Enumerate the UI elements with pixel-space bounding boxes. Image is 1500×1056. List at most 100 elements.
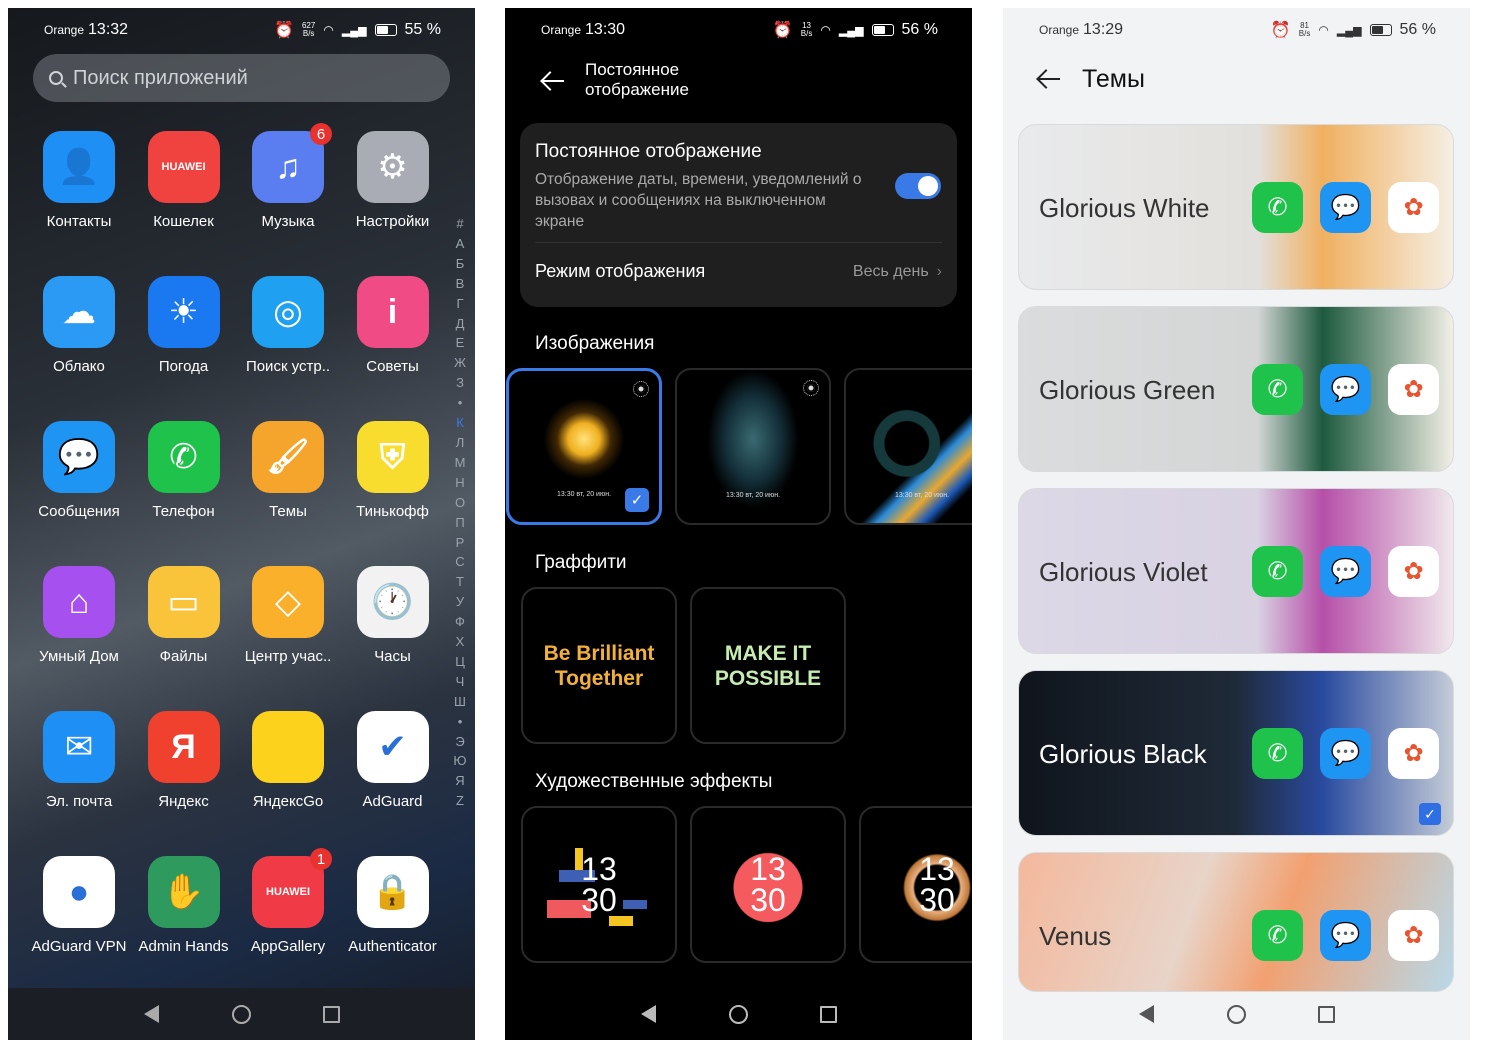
nav-home-button[interactable] [232, 1004, 252, 1024]
art-effect-option[interactable]: 13 30 [690, 806, 846, 963]
app-12[interactable]: ⛨ Тинькофф [341, 421, 445, 520]
index-letter[interactable]: В [452, 274, 468, 294]
nav-home-button[interactable] [1227, 1004, 1247, 1024]
nav-home-button[interactable] [729, 1004, 749, 1024]
aod-image-option[interactable]: 13:30 вт, 20 июн. ✓ [506, 368, 662, 525]
app-6[interactable]: ☀ Погода [132, 276, 236, 375]
nav-recents-button[interactable] [819, 1004, 839, 1024]
theme-card[interactable]: Glorious Violet ✆ 💬 ✿ [1018, 488, 1454, 654]
app-16[interactable]: 🕐 Часы [341, 566, 445, 665]
back-button[interactable] [535, 66, 565, 96]
index-letter[interactable]: У [452, 592, 468, 612]
clock-hours: 13 [581, 850, 617, 887]
aod-toggle-switch[interactable] [895, 173, 941, 199]
index-letter[interactable]: Ш [452, 692, 468, 712]
app-13[interactable]: ⌂ Умный Дом [27, 566, 131, 665]
app-10[interactable]: ✆ Телефон [132, 421, 236, 520]
app-9[interactable]: 💬 Сообщения [27, 421, 131, 520]
nav-back-button[interactable] [639, 1004, 659, 1024]
customize-icon[interactable] [803, 380, 819, 396]
index-letter[interactable]: Л [452, 433, 468, 453]
app-15[interactable]: ◇ Центр учас.. [236, 566, 340, 665]
theme-card[interactable]: Glorious Black ✆ 💬 ✿ ✓ [1018, 670, 1454, 836]
index-letter[interactable]: Э [452, 732, 468, 752]
checkbox-checked-icon[interactable]: ✓ [625, 488, 649, 512]
app-20[interactable]: ✔ AdGuard [341, 711, 445, 810]
nav-back-button[interactable] [142, 1004, 162, 1024]
graffiti-option[interactable]: MAKE IT POSSIBLE [690, 587, 846, 744]
nav-recents-button[interactable] [1317, 1004, 1337, 1024]
app-23[interactable]: HUAWEI 1 AppGallery [236, 848, 340, 955]
index-letter[interactable]: Б [452, 254, 468, 274]
aod-image-preview [846, 370, 972, 523]
index-letter[interactable]: Х [452, 632, 468, 652]
app-17[interactable]: ✉ Эл. почта [27, 711, 131, 810]
index-letter[interactable]: Ч [452, 672, 468, 692]
app-18[interactable]: Я Яндекс [132, 711, 236, 810]
index-letter[interactable]: М [452, 453, 468, 473]
index-letter[interactable]: А [452, 234, 468, 254]
art-effects-section-title: Художественные эффекты [535, 771, 773, 792]
app-2[interactable]: HUAWEI Кошелек [132, 131, 236, 230]
theme-card[interactable]: Venus ✆ 💬 ✿ [1018, 852, 1454, 992]
art-effect-option[interactable]: 13 30 [521, 806, 677, 963]
index-letter[interactable]: Г [452, 294, 468, 314]
theme-card[interactable]: Glorious Green ✆ 💬 ✿ [1018, 306, 1454, 472]
authenticator-lock-icon: 🔒 [356, 856, 429, 928]
index-letter[interactable]: Е [452, 333, 468, 353]
aod-image-option[interactable]: 13:30 вт, 20 июн. [844, 368, 972, 525]
app-1[interactable]: 👤 Контакты [27, 131, 131, 230]
index-letter[interactable]: • [452, 393, 468, 413]
art-effect-option[interactable]: 13 30 [859, 806, 972, 963]
app-19[interactable]: ЯндексGo [236, 711, 340, 810]
page-title: Темы [1082, 65, 1145, 93]
index-letter[interactable]: Ц [452, 652, 468, 672]
index-letter[interactable]: З [452, 373, 468, 393]
index-letter[interactable]: П [452, 513, 468, 533]
aod-toggle-row[interactable]: Постоянное отображение Отображение даты,… [535, 141, 875, 232]
app-22[interactable]: ✋ Admin Hands [132, 856, 236, 955]
settings-gear-icon: ⚙ [356, 131, 429, 203]
index-letter[interactable]: Р [452, 533, 468, 553]
app-3[interactable]: ♫ 6 Музыка [236, 123, 340, 230]
graffiti-text: MAKE IT POSSIBLE [714, 641, 822, 690]
index-letter[interactable]: О [452, 493, 468, 513]
nav-recents-button[interactable] [322, 1004, 342, 1024]
app-label: AdGuard [362, 793, 423, 810]
index-letter[interactable]: • [452, 712, 468, 732]
index-letter[interactable]: # [452, 214, 468, 234]
app-4[interactable]: ⚙ Настройки [341, 131, 445, 230]
app-11[interactable]: 🖌 Темы [236, 421, 340, 520]
index-letter[interactable]: Н [452, 473, 468, 493]
index-letter[interactable]: Ф [452, 612, 468, 632]
alphabet-index-scrollbar[interactable]: # А Б В Г Д Е Ж З • К Л М Н О П Р С Т У Ф Х Ц Ч Ш • Э Ю Я Z [452, 214, 468, 811]
index-letter[interactable]: Z [452, 791, 468, 811]
admin-hands-icon: ✋ [147, 856, 220, 928]
index-letter[interactable]: Ю [452, 751, 468, 771]
graffiti-option[interactable]: Be Brilliant Together [521, 587, 677, 744]
app-label: Центр учас.. [244, 648, 332, 665]
page-title: Постоянное отображение [585, 60, 689, 99]
aod-image-option[interactable]: 13:30 вт, 20 июн. [675, 368, 831, 525]
theme-card[interactable]: Glorious White ✆ 💬 ✿ [1018, 124, 1454, 290]
app-5[interactable]: ☁ Облако [27, 276, 131, 375]
theme-icon-preview: ✆ 💬 ✿ [1252, 182, 1439, 233]
app-14[interactable]: ▭ Файлы [132, 566, 236, 665]
app-search-input[interactable]: Поиск приложений [33, 54, 450, 102]
customize-icon[interactable] [633, 381, 649, 397]
index-letter[interactable]: Я [452, 771, 468, 791]
app-7[interactable]: ◎ Поиск устр.. [236, 276, 340, 375]
preview-time-date: 13:30 вт, 20 июн. [894, 492, 950, 499]
nav-back-button[interactable] [1137, 1004, 1157, 1024]
index-letter[interactable]: Д [452, 314, 468, 334]
index-letter[interactable]: Ж [452, 353, 468, 373]
app-24[interactable]: 🔒 Authenticator [341, 856, 445, 955]
display-mode-row[interactable]: Режим отображения Весь день › [535, 261, 942, 282]
index-letter[interactable]: Т [452, 572, 468, 592]
app-8[interactable]: i Советы [341, 276, 445, 375]
index-letter[interactable]: С [452, 552, 468, 572]
back-button[interactable] [1031, 64, 1061, 94]
index-letter[interactable]: К [452, 413, 468, 433]
app-21[interactable]: ● AdGuard VPN [27, 856, 131, 955]
display-mode-label: Режим отображения [535, 261, 706, 281]
